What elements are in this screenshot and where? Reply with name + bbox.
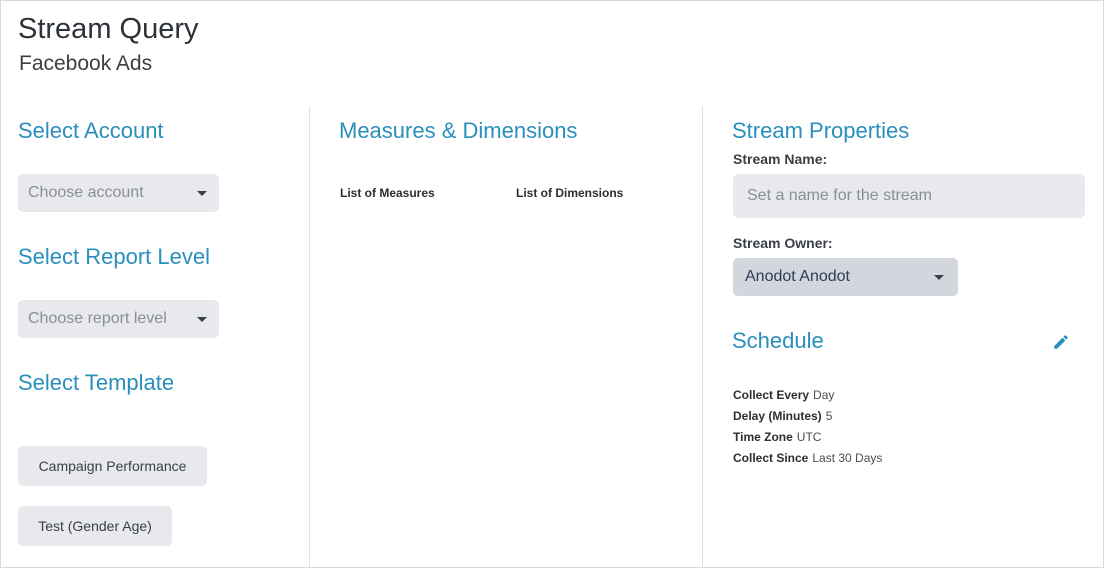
schedule-collect-since-row: Collect Since Last 30 Days: [733, 451, 882, 465]
schedule-collect-every-row: Collect Every Day: [733, 388, 834, 402]
measures-dimensions-heading: Measures & Dimensions: [339, 118, 578, 143]
schedule-key: Time Zone: [733, 430, 793, 444]
schedule-key: Collect Since: [733, 451, 809, 465]
stream-owner-value: Anodot Anodot: [745, 268, 850, 285]
schedule-key: Collect Every: [733, 388, 810, 402]
select-template-heading: Select Template: [18, 370, 175, 395]
report-level-select[interactable]: Choose report level: [18, 300, 219, 338]
stream-owner-label: Stream Owner:: [733, 235, 833, 251]
stream-owner-select[interactable]: Anodot Anodot: [733, 258, 958, 296]
page-subtitle: Facebook Ads: [19, 52, 153, 75]
page-title: Stream Query: [18, 13, 199, 45]
schedule-time-zone-row: Time Zone UTC: [733, 430, 821, 444]
stream-properties-heading: Stream Properties: [732, 118, 910, 143]
schedule-delay-row: Delay (Minutes) 5: [733, 409, 832, 423]
select-account-heading: Select Account: [18, 118, 164, 143]
stream-name-label: Stream Name:: [733, 151, 828, 167]
schedule-value: 5: [825, 409, 833, 423]
schedule-value: Day: [813, 388, 835, 402]
dimensions-list-header: List of Dimensions: [516, 186, 624, 200]
caret-down-icon: [197, 316, 207, 322]
caret-down-icon: [197, 190, 207, 196]
account-select[interactable]: Choose account: [18, 174, 219, 212]
column-divider: [309, 106, 310, 568]
schedule-value: Last 30 Days: [812, 451, 883, 465]
pencil-icon[interactable]: [1052, 333, 1070, 351]
column-divider: [702, 106, 703, 568]
template-test-gender-age-button[interactable]: Test (Gender Age): [18, 506, 172, 546]
select-report-level-heading: Select Report Level: [18, 244, 210, 269]
stream-query-panel: Stream Query Facebook Ads Select Account…: [0, 0, 1104, 568]
caret-down-icon: [934, 274, 944, 280]
account-select-placeholder: Choose account: [28, 184, 144, 201]
schedule-value: UTC: [796, 430, 822, 444]
report-level-select-placeholder: Choose report level: [28, 310, 167, 327]
measures-list-header: List of Measures: [340, 186, 435, 200]
stream-name-input[interactable]: [733, 174, 1085, 218]
template-campaign-performance-button[interactable]: Campaign Performance: [18, 446, 207, 486]
schedule-key: Delay (Minutes): [733, 409, 822, 423]
schedule-heading: Schedule: [732, 328, 824, 353]
